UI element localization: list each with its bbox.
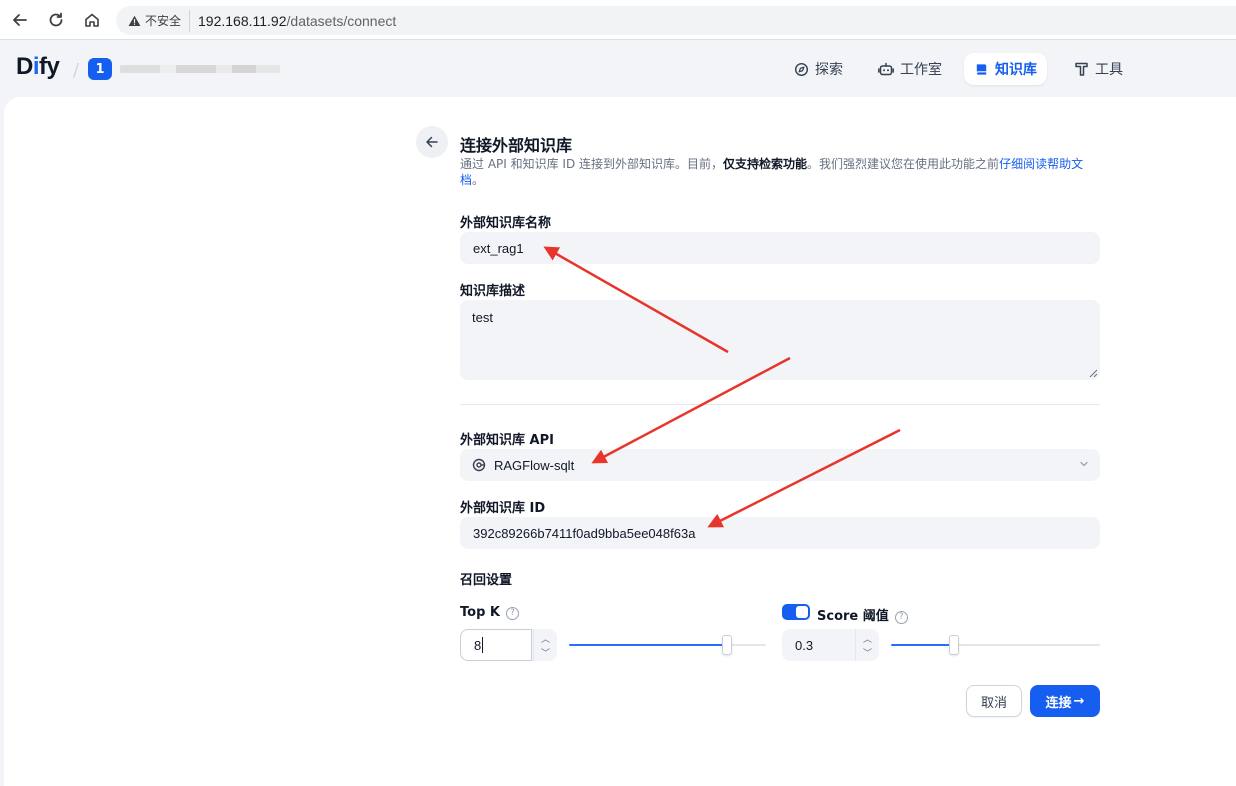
name-input-value: ext_rag1 — [473, 240, 524, 256]
address-bar[interactable]: 不安全 192.168.11.92/datasets/connect — [116, 6, 1236, 35]
description-textarea[interactable]: test — [460, 300, 1100, 380]
resize-grip-icon[interactable] — [1089, 369, 1098, 378]
chevron-down-icon[interactable]: ﹀ — [863, 646, 872, 659]
chevron-down-icon — [1080, 461, 1088, 467]
score-input[interactable]: 0.3 ︿ ﹀ — [782, 629, 879, 661]
app-header: Dify / 1 探索 工作室 知识库 工具 — [0, 40, 1236, 97]
api-select[interactable]: RAGFlow-sqlt — [460, 449, 1100, 481]
security-indicator[interactable]: 不安全 — [126, 9, 191, 32]
url-text: 192.168.11.92/datasets/connect — [198, 13, 396, 29]
url-host: 192.168.11.92 — [198, 12, 287, 29]
nav-studio-label: 工作室 — [900, 62, 942, 78]
desc-end: 。 — [472, 173, 485, 187]
connect-button[interactable]: 连接 → — [1030, 685, 1100, 717]
arrow-left-icon — [426, 136, 438, 148]
browser-toolbar: 不安全 192.168.11.92/datasets/connect — [0, 0, 1236, 40]
kb-id-label: 外部知识库 ID — [460, 501, 546, 516]
warning-icon — [128, 15, 141, 26]
nav-tools-label: 工具 — [1095, 62, 1123, 78]
nav-tools[interactable]: 工具 — [1064, 53, 1133, 85]
cancel-button[interactable]: 取消 — [966, 685, 1022, 717]
score-slider[interactable] — [891, 629, 1100, 661]
chevron-up-icon[interactable]: ︿ — [541, 632, 550, 645]
api-connection-icon — [472, 458, 486, 472]
connect-button-label: 连接 — [1045, 695, 1072, 711]
chevron-down-icon[interactable]: ﹀ — [541, 646, 550, 659]
score-input-field[interactable]: 0.3 — [782, 629, 854, 661]
nav-explore[interactable]: 探索 — [784, 53, 853, 85]
logo-text-fy: fy — [39, 53, 60, 80]
topk-label-text: Top K — [460, 605, 500, 620]
main-panel: 连接外部知识库 通过 API 和知识库 ID 连接到外部知识库。目前，仅支持检索… — [4, 97, 1236, 786]
topk-value: 8 — [474, 637, 482, 653]
description-label: 知识库描述 — [460, 284, 526, 299]
score-threshold-toggle[interactable] — [782, 604, 810, 620]
score-label-text: Score 阈值 — [817, 609, 889, 624]
workspace-badge[interactable]: 1 — [88, 58, 112, 80]
description-value: test — [472, 310, 493, 325]
toggle-knob — [796, 606, 808, 618]
logo-separator: / — [73, 60, 80, 81]
topk-stepper[interactable]: ︿ ﹀ — [533, 629, 557, 661]
reload-icon[interactable] — [44, 8, 68, 32]
dify-logo[interactable]: Dify — [16, 53, 60, 81]
home-icon[interactable] — [80, 8, 104, 32]
score-value: 0.3 — [795, 637, 814, 653]
book-icon — [976, 63, 987, 75]
api-label: 外部知识库 API — [460, 433, 554, 448]
nav-knowledge[interactable]: 知识库 — [964, 53, 1047, 85]
topk-label: Top K? — [460, 605, 519, 620]
nav-studio[interactable]: 工作室 — [868, 53, 952, 85]
help-question-icon[interactable]: ? — [505, 606, 519, 620]
workspace-name-redacted[interactable] — [120, 65, 280, 73]
page-title: 连接外部知识库 — [460, 136, 573, 155]
score-stepper[interactable]: ︿ ﹀ — [855, 629, 879, 661]
api-select-value: RAGFlow-sqlt — [494, 457, 575, 473]
topk-slider[interactable] — [569, 629, 766, 661]
nav-knowledge-label: 知识库 — [995, 62, 1037, 78]
kb-id-input[interactable]: 392c89266b7411f0ad9bba5ee048f63a — [460, 517, 1100, 549]
compass-icon — [794, 62, 809, 76]
retrieval-settings-label: 召回设置 — [460, 573, 513, 588]
chevron-up-icon[interactable]: ︿ — [863, 632, 872, 645]
score-slider-fill — [891, 644, 954, 646]
topk-input-field[interactable]: 8 — [460, 629, 532, 661]
nav-explore-label: 探索 — [815, 62, 843, 78]
text-caret — [482, 637, 484, 653]
desc-strong: 仅支持检索功能 — [723, 157, 808, 171]
url-path: /datasets/connect — [286, 12, 397, 29]
name-label: 外部知识库名称 — [460, 216, 552, 231]
topk-slider-fill — [569, 644, 727, 646]
back-button[interactable] — [416, 126, 448, 158]
back-arrow-icon[interactable] — [8, 8, 32, 32]
section-divider — [460, 404, 1100, 405]
hammer-icon — [1075, 62, 1088, 76]
topk-slider-thumb[interactable] — [721, 635, 732, 655]
page-description: 通过 API 和知识库 ID 连接到外部知识库。目前，仅支持检索功能。我们强烈建… — [460, 156, 1100, 188]
topk-input[interactable]: 8 ︿ ﹀ — [460, 629, 557, 661]
arrow-right-icon: → — [1073, 693, 1085, 709]
help-question-icon[interactable]: ? — [894, 610, 908, 624]
desc-text-1: 通过 API 和知识库 ID 连接到外部知识库。目前， — [460, 157, 724, 171]
kb-id-value: 392c89266b7411f0ad9bba5ee048f63a — [473, 525, 696, 541]
score-label: Score 阈值? — [817, 605, 908, 624]
score-slider-thumb[interactable] — [948, 635, 959, 655]
insecure-label: 不安全 — [145, 14, 182, 28]
name-input[interactable]: ext_rag1 — [460, 232, 1100, 264]
desc-text-2: 。我们强烈建议您在使用此功能之前 — [807, 157, 1000, 171]
logo-text-d: D — [16, 53, 33, 80]
robot-icon — [878, 62, 894, 75]
